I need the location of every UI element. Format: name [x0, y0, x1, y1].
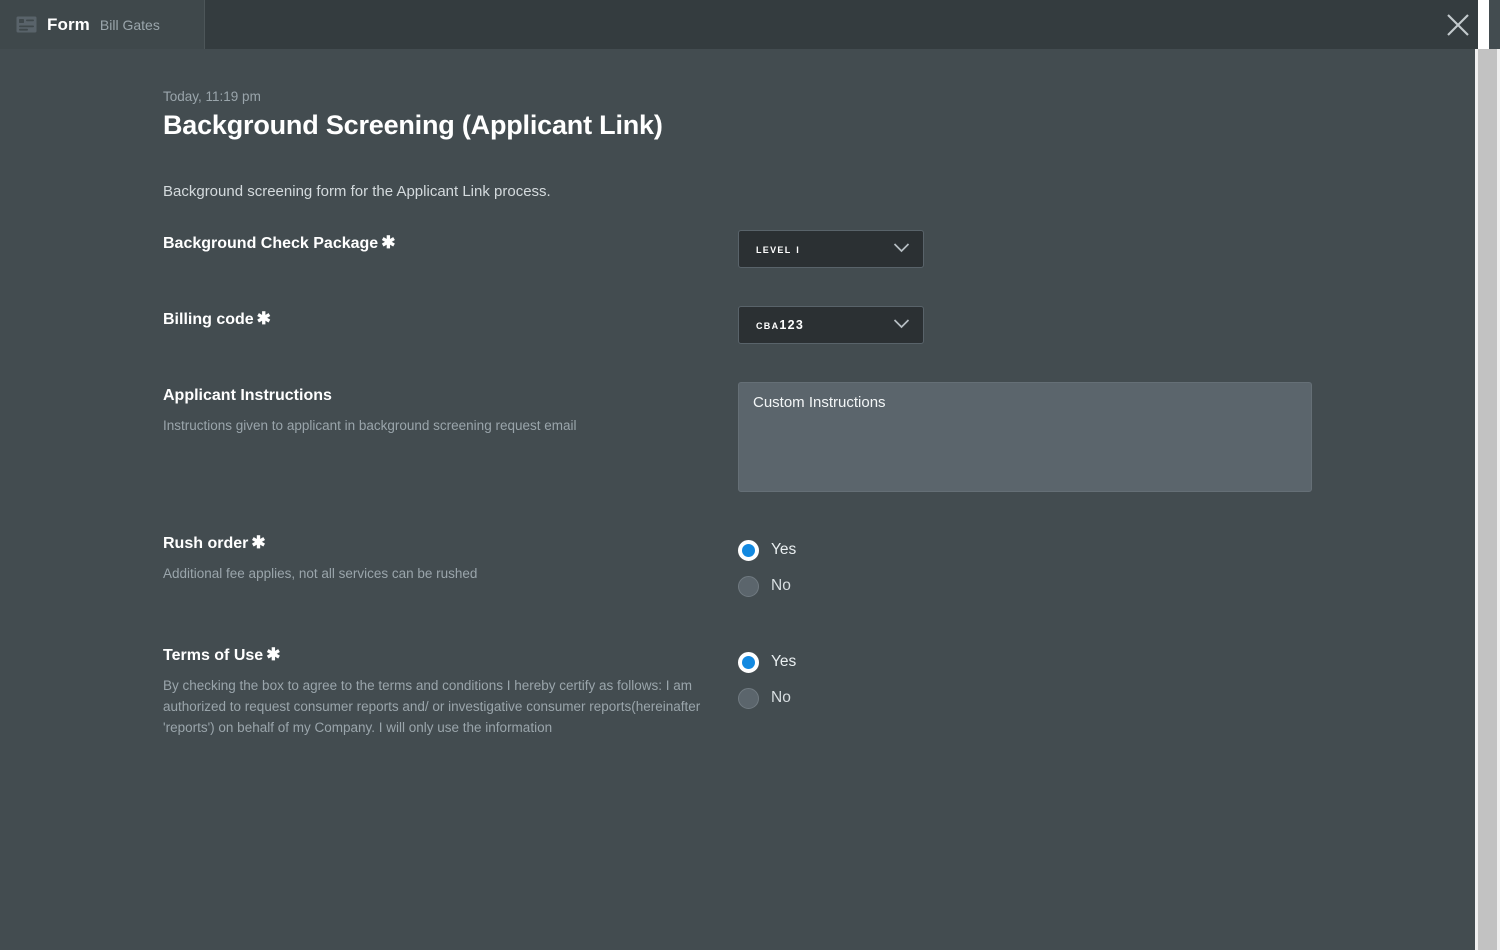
field-label: Terms of Use ✱: [163, 644, 738, 667]
background-check-package-dropdown[interactable]: LEVEL I: [738, 230, 924, 268]
field-label-text: Billing code: [163, 311, 254, 328]
chevron-down-icon: [893, 240, 910, 258]
scrollbar-gutter-top: [1478, 0, 1489, 49]
form-content: Today, 11:19 pm Background Screening (Ap…: [0, 49, 1475, 950]
field-label-text: Rush order: [163, 535, 249, 552]
radio-selected-icon: [738, 651, 759, 673]
rush-order-radio-group: Yes No: [738, 530, 1475, 604]
billing-code-dropdown[interactable]: CBA123: [738, 306, 924, 344]
field-label: Background Check Package ✱: [163, 232, 738, 255]
field-label-area: Background Check Package ✱: [163, 230, 738, 255]
field-control-area: Yes No: [738, 530, 1475, 604]
page-title: Background Screening (Applicant Link): [163, 110, 663, 140]
page-description: Background screening form for the Applic…: [163, 183, 551, 200]
field-control-area: CBA123: [738, 306, 1475, 344]
field-label-text: Terms of Use: [163, 647, 264, 664]
row-spacer: [163, 352, 1475, 382]
field-control-area: Custom Instructions: [738, 382, 1475, 492]
field-help-text: Additional fee applies, not all services…: [163, 565, 478, 581]
radio-selected-icon: [738, 539, 759, 561]
close-icon: [1445, 12, 1471, 38]
field-applicant-instructions: Applicant Instructions Instructions give…: [163, 382, 1475, 492]
radio-unselected-icon: [738, 687, 759, 709]
applicant-instructions-textarea[interactable]: Custom Instructions: [738, 382, 1312, 492]
terms-of-use-option-no[interactable]: No: [738, 680, 1475, 716]
field-label-text: Applicant Instructions: [163, 387, 332, 404]
header-spacer: [205, 0, 1427, 49]
chevron-down-icon: [893, 316, 910, 334]
radio-unselected-icon: [738, 575, 759, 597]
dropdown-value: CBA123: [756, 318, 805, 332]
field-label-area: Billing code ✱: [163, 306, 738, 331]
field-terms-of-use: Terms of Use ✱ By checking the box to agr…: [163, 642, 1475, 739]
form-tab-subtitle: Bill Gates: [99, 16, 160, 33]
terms-of-use-option-yes[interactable]: Yes: [738, 644, 1475, 680]
row-spacer: [163, 612, 1475, 642]
required-marker: ✱: [381, 233, 396, 252]
field-label-text: Background Check Package: [163, 235, 379, 252]
radio-label: No: [771, 689, 791, 706]
field-control-area: LEVEL I: [738, 230, 1475, 268]
required-marker: ✱: [251, 533, 266, 552]
timestamp: Today, 11:19 pm: [163, 89, 261, 104]
window-header: Form Bill Gates: [0, 0, 1489, 49]
terms-of-use-radio-group: Yes No: [738, 642, 1475, 716]
field-help-text: By checking the box to agree to the term…: [163, 677, 701, 735]
field-label-area: Applicant Instructions Instructions give…: [163, 382, 738, 437]
textarea-value: Custom Instructions: [753, 394, 886, 411]
rush-order-option-yes[interactable]: Yes: [738, 532, 1475, 568]
radio-label: Yes: [771, 541, 797, 558]
field-label: Applicant Instructions: [163, 384, 738, 407]
field-label-area: Terms of Use ✱ By checking the box to agr…: [163, 642, 738, 739]
field-control-area: Yes No: [738, 642, 1475, 716]
rush-order-option-no[interactable]: No: [738, 568, 1475, 604]
required-marker: ✱: [266, 645, 281, 664]
form-tab[interactable]: Form Bill Gates: [0, 0, 205, 49]
radio-label: Yes: [771, 653, 797, 670]
dropdown-value: LEVEL I: [756, 242, 801, 256]
row-spacer: [163, 500, 1475, 530]
field-help-text: Instructions given to applicant in backg…: [163, 417, 577, 433]
scrollbar-thumb[interactable]: [1478, 49, 1497, 950]
form-icon: [16, 16, 37, 33]
form-tab-title: Form: [47, 14, 90, 34]
field-billing-code: Billing code ✱ CBA123: [163, 306, 1475, 344]
field-label: Billing code ✱: [163, 308, 738, 331]
field-label-area: Rush order ✱ Additional fee applies, not …: [163, 530, 738, 585]
field-rush-order: Rush order ✱ Additional fee applies, not …: [163, 530, 1475, 604]
row-spacer: [163, 276, 1475, 306]
required-marker: [332, 385, 335, 404]
field-background-check-package: Background Check Package ✱ LEVEL I: [163, 230, 1475, 268]
radio-label: No: [771, 577, 791, 594]
required-marker: ✱: [256, 309, 271, 328]
field-label: Rush order ✱: [163, 532, 738, 555]
